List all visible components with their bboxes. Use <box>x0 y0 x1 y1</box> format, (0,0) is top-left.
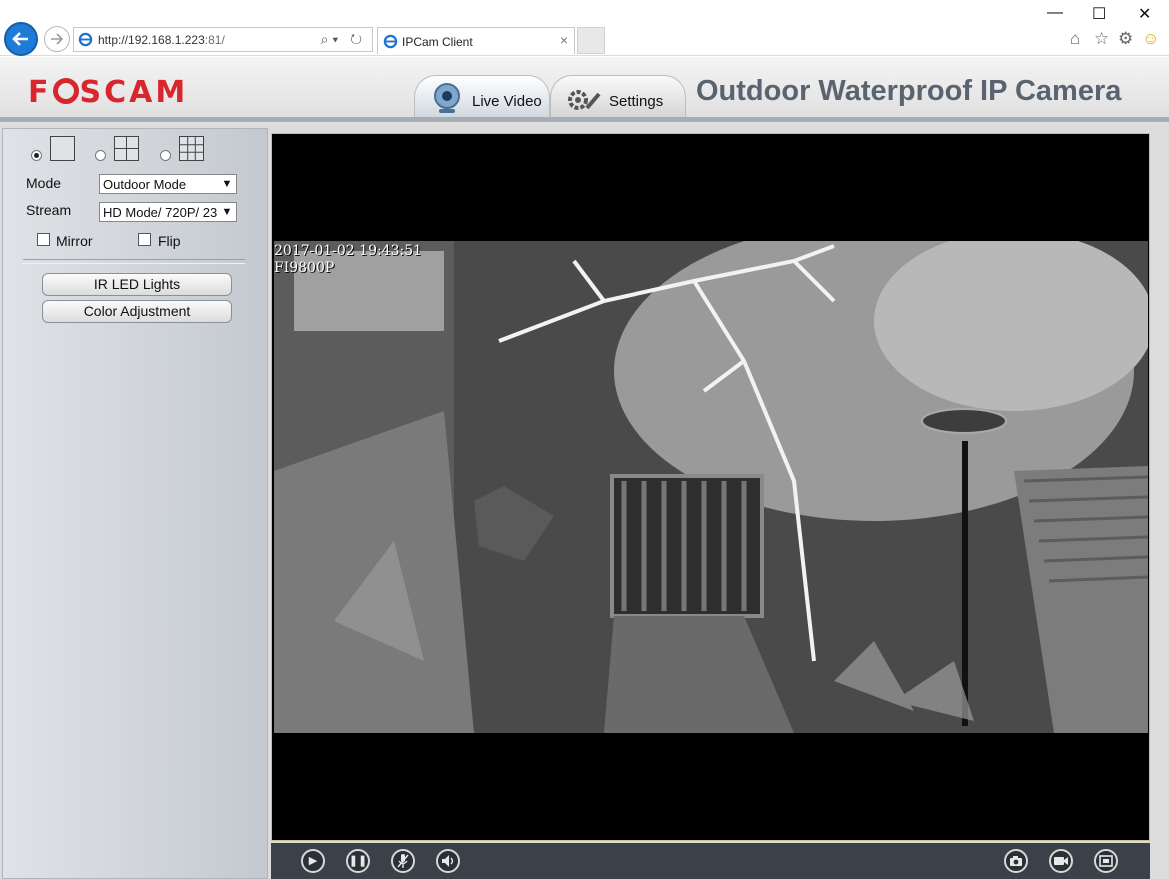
tab-live-video-label: Live Video <box>472 93 542 110</box>
video-timestamp: 2017-01-02 19:43:51 <box>274 243 423 259</box>
stream-label: Stream <box>26 202 72 218</box>
feedback-smiley-icon[interactable]: ☺ <box>1142 29 1159 49</box>
tab-live-video[interactable]: Live Video <box>414 75 550 119</box>
single-view-icon[interactable] <box>50 136 75 161</box>
nine-view-icon[interactable] <box>179 136 204 161</box>
forward-button[interactable] <box>44 26 70 52</box>
pause-icon[interactable]: ❚❚ <box>346 849 370 873</box>
home-icon[interactable]: ⌂ <box>1070 29 1080 49</box>
mirror-checkbox[interactable] <box>37 233 50 246</box>
minimize-icon[interactable]: — <box>1047 4 1063 22</box>
video-viewer[interactable]: 2017-01-02 19:43:51 FI9800P <box>271 133 1150 841</box>
mode-value: Outdoor Mode <box>103 177 187 192</box>
ie-icon <box>78 32 93 47</box>
control-panel: Mode Outdoor Mode ▼ Stream HD Mode/ 720P… <box>2 128 268 879</box>
camera-model-title: Outdoor Waterproof IP Camera <box>696 75 1122 107</box>
chevron-down-icon: ▼ <box>218 175 236 193</box>
url-text: http://192.168.1.223:81/ <box>98 33 225 47</box>
foscam-logo: F SCAM <box>28 75 189 110</box>
favorites-star-icon[interactable]: ☆ <box>1094 29 1109 49</box>
speaker-icon[interactable] <box>436 849 460 873</box>
flip-label: Flip <box>158 233 181 249</box>
address-tools[interactable]: ⌕▾ ↻ <box>321 31 366 48</box>
layout-nine-radio[interactable] <box>160 150 171 161</box>
fullscreen-icon[interactable] <box>1094 849 1118 873</box>
arrow-right-icon <box>51 33 64 45</box>
live-video-feed: 2017-01-02 19:43:51 FI9800P <box>274 241 1148 733</box>
mode-select[interactable]: Outdoor Mode ▼ <box>99 174 237 194</box>
stream-select[interactable]: HD Mode/ 720P/ 23 ▼ <box>99 202 237 222</box>
night-scene-image <box>274 241 1148 733</box>
back-button[interactable] <box>4 22 38 56</box>
ie-icon <box>383 34 398 49</box>
ipcam-client-page: F SCAM Live Video Settings Outdoor Waterp… <box>0 57 1169 879</box>
close-window-icon[interactable]: ✕ <box>1138 4 1151 24</box>
panel-divider <box>23 259 245 260</box>
webcam-icon <box>434 83 460 113</box>
record-icon[interactable] <box>1049 849 1073 873</box>
flip-checkbox[interactable] <box>138 233 151 246</box>
tab-title: IPCam Client <box>402 35 473 49</box>
color-adjustment-button[interactable]: Color Adjustment <box>42 300 232 323</box>
tab-close-icon[interactable]: × <box>560 32 568 48</box>
new-tab-button[interactable] <box>577 27 605 54</box>
wrench-gear-icon <box>568 90 601 110</box>
ir-led-lights-button[interactable]: IR LED Lights <box>42 273 232 296</box>
stream-value: HD Mode/ 720P/ 23 <box>103 205 218 220</box>
quad-view-icon[interactable] <box>114 136 139 161</box>
chevron-down-icon: ▼ <box>218 203 236 221</box>
tools-gear-icon[interactable]: ⚙ <box>1118 29 1133 49</box>
snapshot-icon[interactable] <box>1004 849 1028 873</box>
video-camera-name: FI9800P <box>274 260 335 276</box>
browser-chrome: http://192.168.1.223:81/ ⌕▾ ↻ IPCam Clie… <box>0 0 1169 56</box>
layout-single-radio[interactable] <box>31 150 42 161</box>
mode-label: Mode <box>26 175 62 191</box>
video-control-bar: ▶ ❚❚ <box>271 843 1150 879</box>
address-bar[interactable]: http://192.168.1.223:81/ ⌕▾ ↻ <box>73 27 373 52</box>
tab-settings[interactable]: Settings <box>550 75 686 119</box>
panel-divider-highlight <box>23 263 245 264</box>
tab-settings-label: Settings <box>609 93 664 110</box>
mic-icon[interactable] <box>391 849 415 873</box>
header-divider <box>0 117 1169 122</box>
browser-tab[interactable]: IPCam Client × <box>377 27 575 54</box>
maximize-icon[interactable]: ☐ <box>1092 4 1106 24</box>
arrow-left-icon <box>12 32 28 46</box>
mirror-label: Mirror <box>56 233 93 249</box>
layout-quad-radio[interactable] <box>95 150 106 161</box>
play-icon[interactable]: ▶ <box>301 849 325 873</box>
